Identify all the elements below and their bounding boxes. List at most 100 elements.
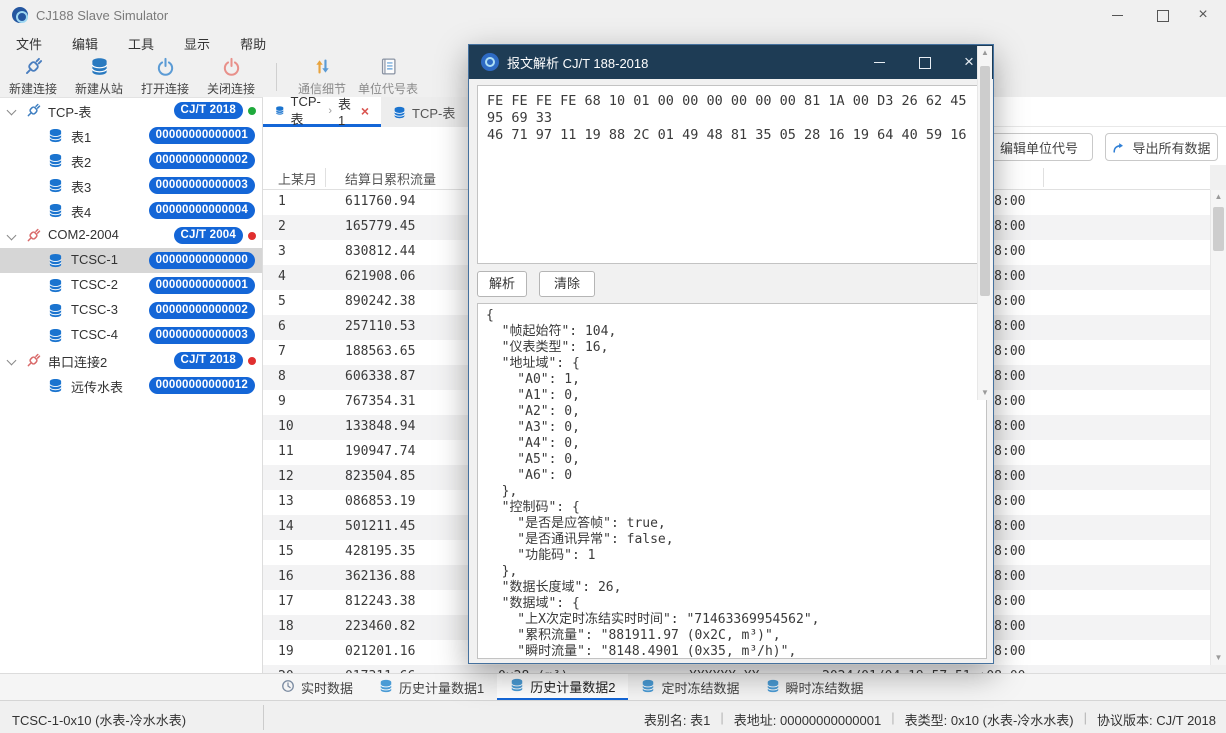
export-arrow-icon bbox=[1112, 140, 1126, 154]
hex-input-area[interactable]: FE FE FE FE 68 10 01 00 00 00 00 00 00 8… bbox=[477, 85, 987, 264]
table-cell: 14 bbox=[278, 519, 294, 534]
tree-item-0-0[interactable]: 表1 00000000000001 bbox=[0, 123, 262, 148]
app-logo-icon bbox=[12, 7, 28, 23]
tab-close-icon[interactable]: × bbox=[361, 103, 369, 119]
table-cell: 428195.35 bbox=[345, 544, 415, 559]
toolbar-button-4[interactable]: 通信细节 bbox=[289, 57, 355, 97]
chevron-down-icon[interactable] bbox=[8, 232, 16, 240]
bottom-tab-2[interactable]: 历史计量数据2 bbox=[497, 674, 628, 701]
address-badge: 00000000000001 bbox=[149, 277, 255, 294]
app-window: CJ188 Slave Simulator × 文件 编辑 工具 显示 帮助 新建连接新… bbox=[0, 0, 1226, 733]
minimize-button[interactable] bbox=[1100, 0, 1134, 30]
menu-item-4[interactable]: 帮助 bbox=[238, 32, 268, 55]
bottom-tab-1[interactable]: 历史计量数据1 bbox=[366, 674, 497, 701]
tree-item-label: 表2 bbox=[71, 152, 91, 171]
toolbar-label: 打开连接 bbox=[141, 80, 189, 97]
plug-icon bbox=[26, 228, 41, 243]
database-icon bbox=[90, 57, 109, 79]
tree-group-1[interactable]: COM2-2004 CJ/T 2004 bbox=[0, 223, 262, 248]
tree-group-label: TCP-表 bbox=[48, 102, 91, 121]
toolbar-button-3[interactable]: 关闭连接 bbox=[198, 57, 264, 97]
tree-item-1-0[interactable]: TCSC-1 00000000000000 bbox=[0, 248, 262, 273]
toolbar-button-2[interactable]: 打开连接 bbox=[132, 57, 198, 97]
menu-item-1[interactable]: 编辑 bbox=[70, 32, 100, 55]
scroll-down-icon[interactable]: ▼ bbox=[978, 386, 992, 400]
tree-group-label: COM2-2004 bbox=[48, 227, 119, 242]
table-cell: 6 bbox=[278, 319, 286, 334]
tree-item-label: TCSC-1 bbox=[71, 252, 118, 267]
dialog-minimize-button[interactable] bbox=[857, 45, 901, 79]
maximize-button[interactable] bbox=[1146, 0, 1180, 30]
parse-button[interactable]: 解析 bbox=[477, 271, 527, 297]
menu-item-2[interactable]: 工具 bbox=[126, 32, 156, 55]
table-cell: 086853.19 bbox=[345, 494, 415, 509]
parse-result-area[interactable]: { "帧起始符": 104, "仪表类型": 16, "地址域": { "A0"… bbox=[477, 303, 987, 659]
tab-label: TCP-表 bbox=[291, 94, 323, 128]
bottom-tab-0[interactable]: 实时数据 bbox=[268, 674, 366, 701]
table-cell: 362136.88 bbox=[345, 569, 415, 584]
toolbar-button-1[interactable]: 新建从站 bbox=[66, 57, 132, 97]
database-icon bbox=[48, 153, 63, 168]
clear-button[interactable]: 清除 bbox=[539, 271, 595, 297]
tree-item-0-1[interactable]: 表2 00000000000002 bbox=[0, 148, 262, 173]
tree-item-0-3[interactable]: 表4 00000000000004 bbox=[0, 198, 262, 223]
tab-tcp-table1[interactable]: TCP-表 › 表1 × bbox=[263, 97, 381, 127]
tree-item-0-2[interactable]: 表3 00000000000003 bbox=[0, 173, 262, 198]
chevron-down-icon[interactable] bbox=[8, 107, 16, 115]
edit-unit-code-label: 编辑单位代号 bbox=[1000, 138, 1078, 157]
titlebar: CJ188 Slave Simulator × bbox=[0, 0, 1226, 30]
table-cell: 19 bbox=[278, 644, 294, 659]
table-row[interactable]: 20017311.660x28 (m³)XXXXXX.XX2024/01/04 … bbox=[263, 665, 1210, 673]
table-cell: 830812.44 bbox=[345, 244, 415, 259]
table-cell: 812243.38 bbox=[345, 594, 415, 609]
close-button[interactable]: × bbox=[1186, 0, 1220, 30]
dialog-maximize-button[interactable] bbox=[903, 45, 947, 79]
table-cell: 17 bbox=[278, 594, 294, 609]
scroll-up-icon[interactable]: ▲ bbox=[978, 46, 992, 60]
edit-unit-code-button[interactable]: 编辑单位代号 bbox=[985, 133, 1093, 161]
table-cell: 7 bbox=[278, 344, 286, 359]
address-badge: 00000000000004 bbox=[149, 202, 255, 219]
database-icon bbox=[393, 106, 406, 119]
plug-icon bbox=[24, 57, 43, 79]
menu-item-3[interactable]: 显示 bbox=[182, 32, 212, 55]
scroll-down-icon[interactable]: ▼ bbox=[1211, 651, 1226, 665]
status-fields: 表别名: 表1|表地址: 00000000000001|表类型: 0x10 (水… bbox=[644, 710, 1216, 729]
chevron-down-icon[interactable] bbox=[8, 357, 16, 365]
tree-item-label: 表3 bbox=[71, 177, 91, 196]
scrollbar-thumb[interactable] bbox=[980, 66, 990, 296]
result-scrollbar[interactable]: ▲ ▼ bbox=[977, 46, 992, 400]
menu-item-0[interactable]: 文件 bbox=[14, 32, 44, 55]
tree-item-1-3[interactable]: TCSC-4 00000000000003 bbox=[0, 323, 262, 348]
scroll-up-icon[interactable]: ▲ bbox=[1211, 190, 1226, 204]
header-divider bbox=[1043, 168, 1044, 187]
toolbar-button-0[interactable]: 新建连接 bbox=[0, 57, 66, 97]
export-all-label: 导出所有数据 bbox=[1132, 138, 1210, 157]
plug-icon bbox=[26, 103, 41, 118]
table-cell: 611760.94 bbox=[345, 194, 415, 209]
toolbar-button-5[interactable]: 单位代号表 bbox=[355, 57, 421, 97]
status-device: TCSC-1-0x10 (水表-冷水水表) bbox=[12, 710, 186, 729]
database-icon bbox=[48, 203, 63, 218]
table-cell: 133848.94 bbox=[345, 419, 415, 434]
book-icon bbox=[379, 57, 398, 79]
table-cell: 16 bbox=[278, 569, 294, 584]
transfer-arrows-icon bbox=[313, 57, 332, 79]
tree-item-1-1[interactable]: TCSC-2 00000000000001 bbox=[0, 273, 262, 298]
table-scrollbar[interactable]: ▲ ▼ bbox=[1210, 190, 1226, 665]
tree-group-0[interactable]: TCP-表 CJ/T 2018 bbox=[0, 98, 262, 123]
scrollbar-thumb[interactable] bbox=[1213, 207, 1224, 251]
breadcrumb-separator: › bbox=[328, 105, 332, 117]
export-all-button[interactable]: 导出所有数据 bbox=[1105, 133, 1218, 161]
statusbar: TCSC-1-0x10 (水表-冷水水表) 表别名: 表1|表地址: 00000… bbox=[0, 700, 1226, 733]
tree-item-1-2[interactable]: TCSC-3 00000000000002 bbox=[0, 298, 262, 323]
bottom-tab-3[interactable]: 定时冻结数据 bbox=[628, 674, 752, 701]
address-badge: 00000000000002 bbox=[149, 152, 255, 169]
tree-item-2-0[interactable]: 远传水表 00000000000012 bbox=[0, 373, 262, 398]
bottom-tab-label: 历史计量数据2 bbox=[530, 677, 615, 696]
bottom-tab-4[interactable]: 瞬时冻结数据 bbox=[753, 674, 877, 701]
database-icon bbox=[48, 278, 63, 293]
tree-group-2[interactable]: 串口连接2 CJ/T 2018 bbox=[0, 348, 262, 373]
plug-icon bbox=[26, 353, 41, 368]
bottom-tab-label: 历史计量数据1 bbox=[399, 678, 484, 697]
